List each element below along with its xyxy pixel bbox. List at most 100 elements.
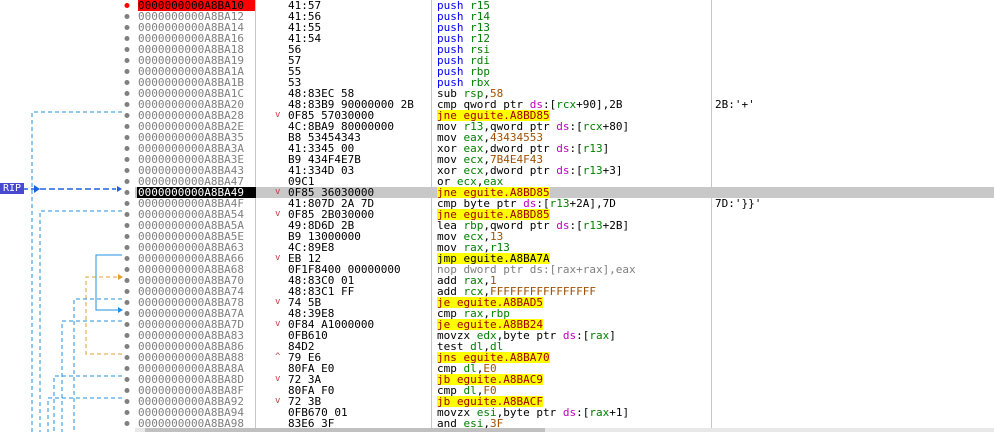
instruction-row[interactable]: 0000000000A8BA92 v 72 3B jb eguite.A8BACF: [135, 396, 994, 407]
instruction-row[interactable]: 0000000000A8BA74 48:83C1 FF add rcx,FFFFFF…: [135, 286, 994, 297]
gutter-dot[interactable]: [124, 91, 130, 96]
instruction-mnemonic: add: [437, 275, 457, 286]
gutter-dot[interactable]: [124, 58, 130, 63]
gutter-dot[interactable]: [124, 366, 130, 371]
instruction-row[interactable]: 0000000000A8BA28 v 0F85 57030000 jne eguite…: [135, 110, 994, 121]
instruction-row[interactable]: 0000000000A8BA7A 48:39E8 cmp rax,rbp: [135, 308, 994, 319]
instruction-row[interactable]: 0000000000A8BA5A 49:8D6D 2B lea rbp,qword …: [135, 220, 994, 231]
instruction-row[interactable]: 0000000000A8BA63 4C:89E8 mov rax,r13: [135, 242, 994, 253]
instruction-row[interactable]: 0000000000A8BA94 0FB670 01 movzx esi,byte …: [135, 407, 994, 418]
gutter-dot[interactable]: [124, 410, 130, 415]
instruction-row[interactable]: 0000000000A8BA78 v 74 5B je eguite.A8BAD5: [135, 297, 994, 308]
gutter-dot[interactable]: [124, 102, 130, 107]
instruction-row[interactable]: 0000000000A8BA14 41:55 push r13: [135, 22, 994, 33]
gutter-dot[interactable]: [124, 245, 130, 250]
instruction-row[interactable]: 0000000000A8BA3A 41:3345 00 xor eax,dword …: [135, 143, 994, 154]
instruction-address: 0000000000A8BA8F: [138, 385, 244, 396]
gutter-dot[interactable]: [124, 146, 130, 151]
gutter-dot[interactable]: [124, 311, 130, 316]
gutter-dot[interactable]: [124, 256, 130, 261]
scrollbar-thumb[interactable]: [145, 428, 545, 432]
gutter-dot[interactable]: [124, 179, 130, 184]
gutter-dot[interactable]: [124, 322, 130, 327]
instruction-row[interactable]: 0000000000A8BA16 41:54 push r12: [135, 33, 994, 44]
operand-part: rsp: [463, 88, 484, 99]
instruction-row[interactable]: 0000000000A8BA49 v 0F85 36030000 jne eguite…: [135, 187, 994, 198]
gutter-dot[interactable]: [124, 355, 130, 360]
gutter-dot[interactable]: [124, 69, 130, 74]
operand-part: r13: [549, 198, 570, 209]
gutter-dot[interactable]: [124, 201, 130, 206]
instruction-disassembly: mov ecx,7B4E4F43: [437, 154, 707, 165]
instruction-disassembly: or ecx,eax: [437, 176, 707, 187]
gutter-dot[interactable]: [124, 190, 130, 195]
instruction-row[interactable]: 0000000000A8BA7D v 0F84 A1000000 je eguite.…: [135, 319, 994, 330]
operand-part: +80]: [602, 121, 630, 132]
gutter-dot[interactable]: [124, 113, 130, 118]
instruction-comment: [715, 154, 985, 165]
gutter-dot[interactable]: [124, 135, 130, 140]
gutter-dot[interactable]: [124, 399, 130, 404]
gutter-dot[interactable]: [124, 223, 130, 228]
instruction-row[interactable]: 0000000000A8BA83 0FB610 movzx edx,byte ptr…: [135, 330, 994, 341]
instruction-bytes: 41:3345 00: [288, 143, 355, 154]
instruction-comment: [715, 77, 985, 88]
instruction-bytes: 41:54: [288, 33, 322, 44]
gutter-dot[interactable]: [124, 14, 130, 19]
operand-part: 43434553: [490, 132, 543, 143]
instruction-row[interactable]: 0000000000A8BA70 48:83C0 01 add rax,1: [135, 275, 994, 286]
gutter-dot[interactable]: [124, 36, 130, 41]
gutter-dot[interactable]: [124, 278, 130, 283]
instruction-row[interactable]: 0000000000A8BA8A 80FA E0 cmp dl,E0: [135, 363, 994, 374]
gutter-dot[interactable]: [124, 168, 130, 173]
horizontal-scrollbar[interactable]: [135, 428, 994, 432]
instruction-row[interactable]: 0000000000A8BA88 ^ 79 E6 jns eguite.A8BA70: [135, 352, 994, 363]
operand-part: r12: [470, 33, 490, 44]
instruction-row[interactable]: 0000000000A8BA5E B9 13000000 mov ecx,13: [135, 231, 994, 242]
instruction-mnemonic: push: [437, 22, 464, 33]
instruction-row[interactable]: 0000000000A8BA2E 4C:8BA9 80000000 mov r13,…: [135, 121, 994, 132]
instruction-row[interactable]: 0000000000A8BA4F 41:807D 2A 7D cmp byte pt…: [135, 198, 994, 209]
gutter-dot[interactable]: [124, 25, 130, 30]
instruction-disassembly: nop dword ptr ds:[rax+rax],eax: [437, 264, 707, 275]
operand-part: ,: [483, 154, 490, 165]
instruction-row[interactable]: 0000000000A8BA47 09C1 or ecx,eax: [135, 176, 994, 187]
instruction-row[interactable]: 0000000000A8BA43 41:334D 03 xor ecx,dword …: [135, 165, 994, 176]
gutter-dot[interactable]: [124, 344, 130, 349]
gutter-dot[interactable]: [124, 388, 130, 393]
gutter-dot[interactable]: [124, 333, 130, 338]
instruction-row[interactable]: 0000000000A8BA20 48:83B9 90000000 2B cmp q…: [135, 99, 994, 110]
instruction-row[interactable]: 0000000000A8BA18 56 push rsi: [135, 44, 994, 55]
instruction-row[interactable]: 0000000000A8BA10 41:57 push r15: [135, 0, 994, 11]
gutter-dot[interactable]: [124, 267, 130, 272]
instruction-row[interactable]: 0000000000A8BA3E B9 434F4E7B mov ecx,7B4E4…: [135, 154, 994, 165]
disassembly-view[interactable]: 0000000000A8BA10 41:57 push r15 0000000000A…: [135, 0, 994, 432]
operand-part: ds: [523, 198, 537, 209]
instruction-row[interactable]: 0000000000A8BA1A 55 push rbp: [135, 66, 994, 77]
instruction-row[interactable]: 0000000000A8BA8D v 72 3A jb eguite.A8BAC9: [135, 374, 994, 385]
gutter-dot[interactable]: [124, 47, 130, 52]
jump-down-marker: v: [275, 319, 281, 329]
instruction-row[interactable]: 0000000000A8BA8F 80FA F0 cmp dl,F0: [135, 385, 994, 396]
instruction-row[interactable]: 0000000000A8BA12 41:56 push r14: [135, 11, 994, 22]
instruction-row[interactable]: 0000000000A8BA68 0F1F8400 00000000 nop dwo…: [135, 264, 994, 275]
instruction-row[interactable]: 0000000000A8BA1B 53 push rbx: [135, 77, 994, 88]
gutter-dot[interactable]: [124, 421, 130, 426]
gutter-dot[interactable]: [124, 377, 130, 382]
instruction-row[interactable]: 0000000000A8BA86 84D2 test dl,dl: [135, 341, 994, 352]
gutter-dot[interactable]: [124, 80, 130, 85]
operand-part: :[: [569, 220, 583, 231]
instruction-bytes: 0FB670 01: [288, 407, 348, 418]
gutter-dot[interactable]: [124, 212, 130, 217]
gutter-dot[interactable]: [124, 157, 130, 162]
instruction-row[interactable]: 0000000000A8BA54 v 0F85 2B030000 jne eguite…: [135, 209, 994, 220]
instruction-row[interactable]: 0000000000A8BA35 B8 53454343 mov eax,43434…: [135, 132, 994, 143]
instruction-row[interactable]: 0000000000A8BA1C 48:83EC 58 sub rsp,58: [135, 88, 994, 99]
instruction-row[interactable]: 0000000000A8BA19 57 push rdi: [135, 55, 994, 66]
breakpoint-dot[interactable]: [124, 3, 130, 8]
instruction-row[interactable]: 0000000000A8BA66 v EB 12 jmp eguite.A8BA7A: [135, 253, 994, 264]
gutter-dot[interactable]: [124, 124, 130, 129]
gutter-dot[interactable]: [124, 234, 130, 239]
gutter-dot[interactable]: [124, 300, 130, 305]
gutter-dot[interactable]: [124, 289, 130, 294]
